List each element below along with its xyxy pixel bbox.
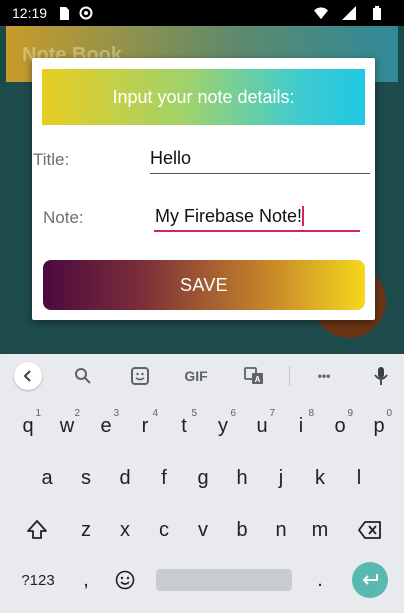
key-p[interactable]: p0 [359,406,399,446]
translate-icon[interactable]: A [240,362,268,390]
key-w[interactable]: w2 [47,406,87,446]
key-row-1: q1 w2 e3 r4 t5 y6 u7 i8 o9 p0 [0,406,404,446]
navigation-strip [0,609,404,613]
key-a[interactable]: a [27,458,67,498]
signal-icon [342,6,356,20]
keyboard-toolbar: GIF A ••• [0,354,404,398]
key-b[interactable]: b [222,510,262,550]
key-f[interactable]: f [144,458,184,498]
key-c[interactable]: c [144,510,184,550]
key-n[interactable]: n [261,510,301,550]
svg-text:A: A [255,375,261,384]
key-period[interactable]: . [300,560,340,600]
key-k[interactable]: k [300,458,340,498]
gif-icon[interactable]: GIF [180,362,212,390]
key-l[interactable]: l [339,458,379,498]
key-u[interactable]: u7 [242,406,282,446]
key-q[interactable]: q1 [8,406,48,446]
key-j[interactable]: j [261,458,301,498]
data-saver-icon [79,6,93,20]
battery-icon [370,6,384,20]
space-bar[interactable] [156,569,292,591]
emoji-icon[interactable] [105,560,145,600]
key-comma[interactable]: , [66,560,106,600]
key-y[interactable]: y6 [203,406,243,446]
symbols-key[interactable]: ?123 [16,560,60,600]
sd-card-icon [57,6,71,20]
soft-keyboard: GIF A ••• q1 w2 e3 r4 t5 y6 u7 i8 o9 p0 … [0,354,404,613]
search-icon[interactable] [69,362,97,390]
key-g[interactable]: g [183,458,223,498]
note-input[interactable]: My Firebase Note! [154,202,360,232]
status-time: 12:19 [12,5,48,21]
key-row-2: a s d f g h j k l [0,458,404,498]
title-input[interactable]: Hello [150,144,370,174]
enter-icon[interactable] [352,562,388,598]
key-h[interactable]: h [222,458,262,498]
key-o[interactable]: o9 [320,406,360,446]
note-dialog: Input your note details: Title: Hello No… [32,58,375,320]
key-r[interactable]: r4 [125,406,165,446]
backspace-icon[interactable] [350,510,390,550]
toolbar-divider [289,366,290,386]
key-v[interactable]: v [183,510,223,550]
note-input-value: My Firebase Note! [155,205,303,226]
title-input-value: Hello [150,148,192,168]
back-icon[interactable] [14,362,42,390]
key-e[interactable]: e3 [86,406,126,446]
shift-icon[interactable] [17,510,57,550]
key-z[interactable]: z [66,510,106,550]
more-icon[interactable]: ••• [310,362,338,390]
title-label: Title: [33,150,70,169]
status-bar: 12:19 [0,0,404,26]
mic-icon[interactable] [367,362,395,390]
key-m[interactable]: m [300,510,340,550]
key-s[interactable]: s [66,458,106,498]
key-t[interactable]: t5 [164,406,204,446]
dialog-header: Input your note details: [42,69,365,125]
note-label: Note: [43,208,84,227]
wifi-icon [314,6,328,20]
status-right-icons [314,6,392,20]
sticker-icon[interactable] [126,362,154,390]
key-d[interactable]: d [105,458,145,498]
text-cursor [302,206,305,226]
key-x[interactable]: x [105,510,145,550]
key-i[interactable]: i8 [281,406,321,446]
key-row-3: z x c v b n m [0,510,404,550]
save-button[interactable]: SAVE [43,260,365,310]
